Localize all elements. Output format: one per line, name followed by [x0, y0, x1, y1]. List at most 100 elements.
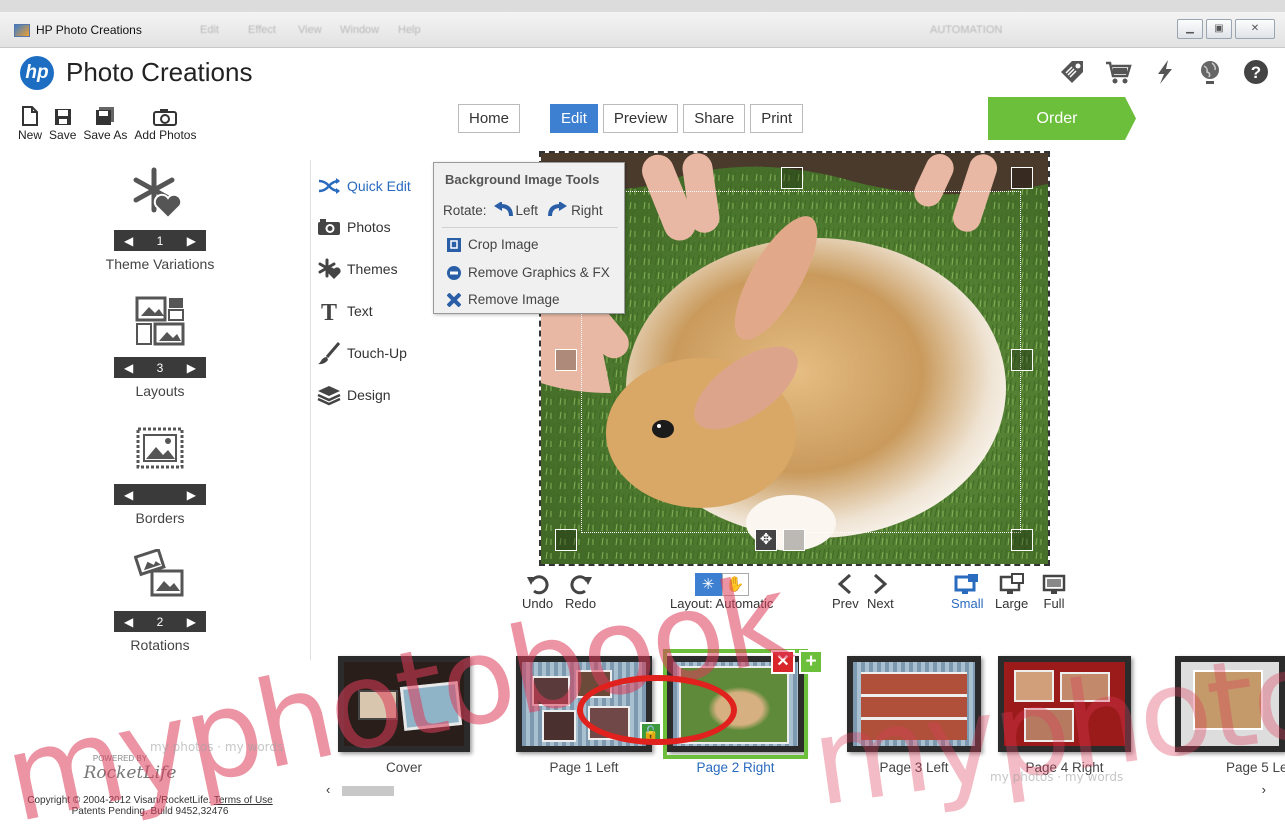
- page-label: Page 4 Right: [1025, 760, 1104, 775]
- resize-handle[interactable]: [555, 349, 577, 371]
- cart-icon[interactable]: [1103, 56, 1133, 88]
- remove-image-item[interactable]: Remove Image: [447, 292, 560, 307]
- resize-handle[interactable]: [555, 529, 577, 551]
- page-label: Page 1 Left: [549, 760, 619, 775]
- add-photos-button[interactable]: Add Photos: [134, 104, 196, 142]
- mode-label: Photos: [347, 219, 391, 235]
- next-arrow-icon[interactable]: ▶: [187, 615, 196, 629]
- background-image-tools-popup: Background Image Tools Rotate: Left Righ…: [433, 162, 625, 314]
- auto-layout-icon[interactable]: ✳: [694, 572, 722, 596]
- borders-stepper[interactable]: ◀ ▶: [114, 484, 206, 505]
- chevron-right-icon: [867, 572, 894, 596]
- rotations-stepper[interactable]: ◀ 2 ▶: [114, 611, 206, 632]
- theme-variation-stepper[interactable]: ◀ 1 ▶: [114, 230, 206, 251]
- prev-arrow-icon[interactable]: ◀: [124, 615, 133, 629]
- delete-page-icon[interactable]: ✕: [771, 650, 795, 674]
- layout-mode-control[interactable]: ✳ ✋ Layout: Automatic: [670, 572, 773, 611]
- prev-arrow-icon[interactable]: ◀: [124, 234, 133, 248]
- scroll-left-icon[interactable]: ‹: [326, 782, 330, 797]
- mode-photos[interactable]: Photos: [315, 215, 391, 239]
- rotations-caption: Rotations: [130, 637, 190, 653]
- save-as-button[interactable]: Save As: [83, 104, 127, 142]
- footer: POWERED BY RocketLife Copyright © 2004-2…: [0, 754, 300, 817]
- page-label: Page 3 Left: [879, 760, 949, 775]
- page-thumb-3-left[interactable]: [847, 656, 981, 752]
- snowflake-heart-icon: [100, 166, 220, 222]
- mode-touch-up[interactable]: Touch-Up: [315, 341, 407, 365]
- quick-edit-icon: [315, 174, 343, 198]
- mode-text[interactable]: T Text: [315, 299, 373, 323]
- help-icon[interactable]: ?: [1241, 56, 1271, 88]
- tab-edit[interactable]: Edit: [550, 104, 598, 133]
- tag-icon[interactable]: [1057, 56, 1087, 88]
- tab-home[interactable]: Home: [458, 104, 521, 133]
- highlight-ellipse: [577, 675, 737, 745]
- new-icon: [18, 104, 42, 126]
- prev-arrow-icon[interactable]: ◀: [124, 488, 133, 502]
- page-thumb-4-right[interactable]: [998, 656, 1131, 752]
- scroll-thumb[interactable]: [342, 786, 394, 796]
- text-icon: T: [315, 299, 343, 323]
- camera-icon: [315, 215, 343, 239]
- layouts-icon: [100, 293, 220, 349]
- add-page-icon[interactable]: +: [799, 650, 823, 674]
- mode-themes[interactable]: Themes: [315, 257, 398, 281]
- new-label: New: [18, 128, 43, 142]
- move-icon[interactable]: ✥: [755, 529, 777, 551]
- layouts-stepper[interactable]: ◀ 3 ▶: [114, 357, 206, 378]
- tab-print[interactable]: Print: [750, 104, 804, 133]
- scroll-right-icon[interactable]: ›: [1262, 782, 1266, 797]
- filmstrip-scrollbar[interactable]: ‹ ›: [322, 782, 1270, 799]
- resize-handle[interactable]: [781, 167, 803, 189]
- order-button[interactable]: Order: [988, 97, 1136, 140]
- remove-circle-icon: [447, 265, 461, 280]
- prev-arrow-icon[interactable]: ◀: [124, 361, 133, 375]
- close-button[interactable]: ✕: [1235, 19, 1275, 39]
- save-button[interactable]: Save: [49, 104, 76, 142]
- tab-preview[interactable]: Preview: [602, 104, 679, 133]
- globe-icon[interactable]: [1195, 56, 1225, 88]
- mode-label: Themes: [347, 261, 398, 277]
- undo-button[interactable]: Undo: [522, 572, 553, 611]
- rotate-left-button[interactable]: Left: [493, 202, 538, 218]
- view-large-button[interactable]: Large: [995, 572, 1028, 611]
- resize-handle[interactable]: [1011, 349, 1033, 371]
- next-arrow-icon[interactable]: ▶: [187, 488, 196, 502]
- rotate-right-button[interactable]: Right: [548, 202, 603, 218]
- next-page-button[interactable]: Next: [867, 572, 894, 611]
- new-button[interactable]: New: [18, 104, 42, 142]
- crop-image-item[interactable]: Crop Image: [447, 237, 539, 252]
- terms-of-use-link[interactable]: Terms of Use: [214, 795, 273, 806]
- rotations-icon: [100, 547, 220, 603]
- prev-page-button[interactable]: Prev: [832, 572, 859, 611]
- app-icon: [14, 24, 30, 37]
- resize-handle[interactable]: [1011, 167, 1033, 189]
- minimize-button[interactable]: ▁: [1177, 19, 1203, 39]
- hand-icon[interactable]: ✋: [721, 572, 749, 596]
- crop-icon: [447, 237, 461, 252]
- page-thumb-5-left[interactable]: [1175, 656, 1285, 752]
- monitor-small-icon: [951, 572, 984, 596]
- undo-icon: [522, 572, 553, 596]
- resize-handle[interactable]: [1011, 529, 1033, 551]
- next-label: Next: [867, 596, 894, 611]
- next-arrow-icon[interactable]: ▶: [187, 234, 196, 248]
- tab-share[interactable]: Share: [683, 104, 746, 133]
- mode-design[interactable]: Design: [315, 383, 391, 407]
- maximize-button[interactable]: ▣: [1206, 19, 1232, 39]
- redo-button[interactable]: Redo: [565, 572, 596, 611]
- resize-handle[interactable]: [783, 529, 805, 551]
- mode-label: Touch-Up: [347, 345, 407, 361]
- page-thumb-cover[interactable]: [338, 656, 470, 752]
- next-arrow-icon[interactable]: ▶: [187, 361, 196, 375]
- view-full-button[interactable]: Full: [1042, 572, 1066, 611]
- brush-icon: [315, 341, 343, 365]
- lightning-icon[interactable]: [1149, 56, 1179, 88]
- mode-quick-edit[interactable]: Quick Edit: [309, 168, 429, 204]
- top-icon-bar: ?: [1041, 56, 1271, 88]
- theme-variations-caption: Theme Variations: [105, 256, 215, 272]
- view-small-button[interactable]: Small: [951, 572, 984, 611]
- stepper-value: 2: [156, 614, 164, 629]
- chevron-left-icon: [832, 572, 859, 596]
- remove-graphics-item[interactable]: Remove Graphics & FX: [447, 265, 610, 280]
